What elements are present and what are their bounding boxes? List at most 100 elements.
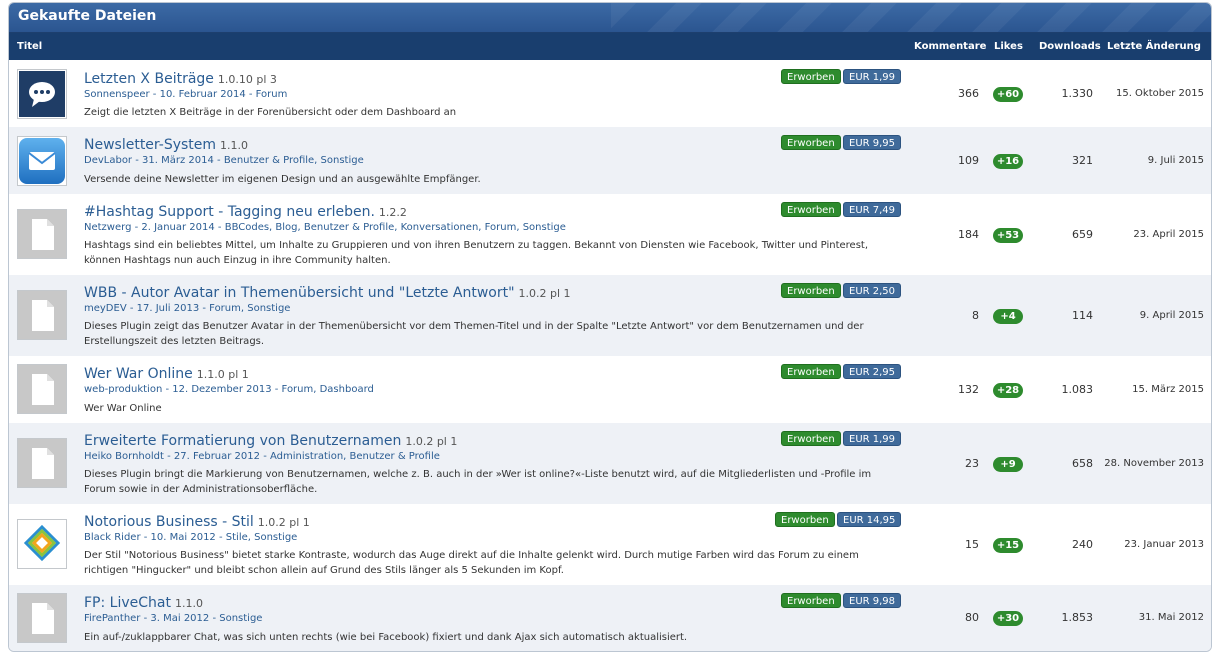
file-title-link[interactable]: Letzten X Beiträge (84, 71, 214, 87)
file-title-link[interactable]: Newsletter-System (84, 137, 216, 153)
likes-badge: +53 (993, 228, 1023, 243)
file-description: Dieses Plugin bringt die Markierung von … (84, 469, 872, 495)
author-link[interactable]: FirePanther (84, 613, 140, 624)
comment-count[interactable]: 109 (927, 154, 979, 167)
file-version: 1.1.0 (174, 597, 203, 610)
column-header-letzte-aenderung[interactable]: Letzte Änderung (1107, 41, 1201, 52)
author-link[interactable]: Sonnenspeer (84, 89, 150, 100)
comment-count[interactable]: 8 (927, 309, 979, 322)
download-count: 1.330 (1061, 87, 1094, 100)
column-header-kommentare[interactable]: Kommentare (914, 41, 986, 52)
likes-badge: +15 (993, 538, 1023, 553)
download-count: 114 (1072, 309, 1093, 322)
price-badge: EUR 1,99 (843, 69, 902, 84)
file-title-link[interactable]: Notorious Business - Stil (84, 514, 254, 530)
table-header: Titel Kommentare Likes Downloads Letzte … (9, 33, 1211, 60)
file-title-link[interactable]: Erweiterte Formatierung von Benutzername… (84, 433, 401, 449)
author-link[interactable]: Heiko Bornholdt (84, 451, 164, 462)
status-badge: Erworben (781, 283, 841, 298)
column-header-titel[interactable]: Titel (17, 41, 42, 52)
download-count: 240 (1072, 538, 1093, 551)
price-badge: EUR 7,49 (843, 202, 902, 217)
file-version: 1.1.0 pl 1 (196, 368, 249, 381)
table-row[interactable]: #Hashtag Support - Tagging neu erleben. 1… (9, 194, 1211, 275)
envelope-icon[interactable] (17, 136, 67, 186)
document-icon[interactable] (17, 364, 67, 414)
last-changed-date: 15. März 2015 (1132, 384, 1204, 395)
diamond-logo-icon[interactable] (17, 519, 67, 569)
table-row[interactable]: WBB - Autor Avatar in Themenübersicht un… (9, 275, 1211, 356)
table-row[interactable]: Letzten X Beiträge 1.0.10 pl 3 Sonnenspeer… (9, 61, 1211, 127)
table-row[interactable]: Newsletter-System 1.1.0 DevLabor - 31. Mär… (9, 127, 1211, 194)
last-changed-date: 31. Mai 2012 (1138, 612, 1204, 623)
column-header-likes[interactable]: Likes (994, 41, 1023, 52)
publish-date: 31. März 2014 (142, 155, 214, 166)
category-links[interactable]: BBCodes, Blog, Benutzer & Profile, Konve… (225, 222, 566, 233)
price-badge: EUR 14,95 (837, 512, 902, 527)
comment-count[interactable]: 15 (927, 538, 979, 551)
document-icon[interactable] (17, 438, 67, 488)
category-links[interactable]: Forum, Sonstige (209, 303, 290, 314)
category-links[interactable]: Sonstige (219, 613, 262, 624)
author-link[interactable]: Netzwerg (84, 222, 131, 233)
file-version: 1.0.2 pl 1 (518, 287, 571, 300)
file-version: 1.0.10 pl 3 (217, 73, 277, 86)
file-version: 1.0.2 pl 1 (257, 516, 310, 529)
category-links[interactable]: Forum, Dashboard (282, 384, 374, 395)
comment-count[interactable]: 80 (927, 611, 979, 624)
price-badge: EUR 1,99 (843, 431, 902, 446)
comment-count[interactable]: 132 (927, 383, 979, 396)
file-title-link[interactable]: #Hashtag Support - Tagging neu erleben. (84, 204, 375, 220)
last-changed-date: 15. Oktober 2015 (1115, 88, 1204, 99)
publish-date: 12. Dezember 2013 (172, 384, 272, 395)
author-link[interactable]: Black Rider (84, 532, 141, 543)
comment-count[interactable]: 366 (927, 87, 979, 100)
table-row[interactable]: Erweiterte Formatierung von Benutzername… (9, 423, 1211, 504)
document-icon[interactable] (17, 290, 67, 340)
column-header-downloads[interactable]: Downloads (1039, 41, 1101, 52)
download-count: 658 (1072, 457, 1093, 470)
status-badge: Erworben (781, 364, 841, 379)
panel-title: Gekaufte Dateien (18, 8, 157, 24)
file-description: Hashtags sind ein beliebtes Mittel, um I… (84, 240, 869, 266)
document-icon[interactable] (17, 593, 67, 643)
file-version: 1.2.2 (378, 206, 407, 219)
price-badge: EUR 9,95 (843, 135, 902, 150)
likes-badge: +28 (993, 383, 1023, 398)
last-changed-date: 9. April 2015 (1139, 310, 1204, 321)
table-row[interactable]: Wer War Online 1.1.0 pl 1 web-produktion -… (9, 356, 1211, 423)
publish-date: 10. Mai 2012 (150, 532, 216, 543)
file-version: 1.0.2 pl 1 (405, 435, 458, 448)
file-title-link[interactable]: WBB - Autor Avatar in Themenübersicht un… (84, 285, 515, 301)
publish-date: 2. Januar 2014 (141, 222, 215, 233)
status-badge: Erworben (775, 512, 835, 527)
category-links[interactable]: Benutzer & Profile, Sonstige (224, 155, 364, 166)
document-icon[interactable] (17, 209, 67, 259)
author-link[interactable]: DevLabor (84, 155, 132, 166)
publish-date: 10. Februar 2014 (159, 89, 246, 100)
download-count: 659 (1072, 228, 1093, 241)
file-title-link[interactable]: FP: LiveChat (84, 595, 171, 611)
table-row[interactable]: FP: LiveChat 1.1.0 FirePanther - 3. Mai 20… (9, 585, 1211, 651)
speech-bubble-icon[interactable] (17, 69, 67, 119)
status-badge: Erworben (781, 135, 841, 150)
file-description: Dieses Plugin zeigt das Benutzer Avatar … (84, 321, 864, 347)
table-row[interactable]: Notorious Business - Stil 1.0.2 pl 1 Black… (9, 504, 1211, 585)
panel-titlebar: Gekaufte Dateien (9, 3, 1211, 33)
file-description: Versende deine Newsletter im eigenen Des… (84, 174, 481, 185)
category-links[interactable]: Forum (256, 89, 288, 100)
comment-count[interactable]: 184 (927, 228, 979, 241)
file-description: Ein auf-/zuklappbarer Chat, was sich unt… (84, 632, 688, 643)
purchased-files-panel: Gekaufte Dateien Titel Kommentare Likes … (8, 2, 1212, 652)
status-badge: Erworben (781, 69, 841, 84)
publish-date: 17. Juli 2013 (136, 303, 200, 314)
file-description: Zeigt die letzten X Beiträge in der Fore… (84, 107, 457, 118)
category-links[interactable]: Stile, Sonstige (226, 532, 298, 543)
category-links[interactable]: Administration, Benutzer & Profile (270, 451, 440, 462)
author-link[interactable]: meyDEV (84, 303, 127, 314)
file-title-link[interactable]: Wer War Online (84, 366, 193, 382)
comment-count[interactable]: 23 (927, 457, 979, 470)
publish-date: 3. Mai 2012 (150, 613, 210, 624)
likes-badge: +60 (993, 87, 1023, 102)
author-link[interactable]: web-produktion (84, 384, 162, 395)
